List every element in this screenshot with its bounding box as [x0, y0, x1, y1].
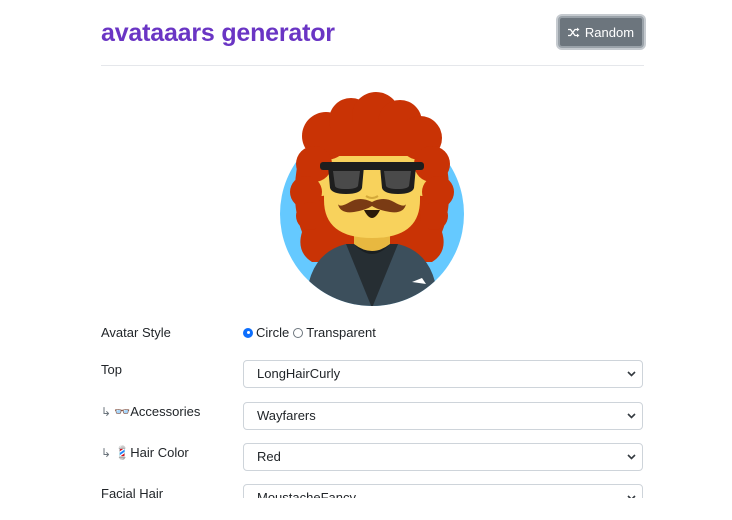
top-select[interactable]: LongHairCurly	[243, 360, 643, 388]
accessories-label: ↳ 👓Accessories	[101, 404, 200, 420]
sub-item-arrow-icon: ↳	[101, 446, 112, 460]
transparent-radio[interactable]	[293, 327, 304, 338]
page-header: avataaars generator Random	[101, 14, 644, 66]
random-button-label: Random	[584, 24, 635, 40]
chevron-down-icon	[627, 403, 636, 429]
barber-pole-icon: 💈	[114, 445, 131, 460]
hair-color-select-value: Red	[257, 449, 281, 464]
accessories-label-text: Accessories	[130, 404, 201, 419]
page-title: avataaars generator	[101, 19, 335, 47]
avatar-style-radio-group: Circle Transparent	[243, 325, 380, 340]
hair-color-label-text: Hair Color	[130, 445, 189, 460]
sub-item-arrow-icon: ↳	[101, 405, 112, 419]
random-button[interactable]: Random	[558, 16, 644, 48]
chevron-down-icon	[627, 361, 636, 387]
top-label: Top	[101, 362, 122, 377]
avatar-preview	[276, 92, 468, 308]
hair-color-label: ↳ 💈Hair Color	[101, 445, 189, 461]
hair-color-select[interactable]: Red	[243, 443, 643, 471]
transparent-radio-label[interactable]: Transparent	[306, 325, 376, 340]
circle-radio[interactable]	[243, 327, 253, 338]
accessories-select[interactable]: Wayfarers	[243, 402, 643, 430]
chevron-down-icon	[627, 444, 636, 470]
accessories-select-value: Wayfarers	[257, 408, 316, 423]
avatar-style-label: Avatar Style	[101, 325, 171, 340]
shuffle-icon	[567, 27, 580, 38]
viewport-cutoff	[0, 498, 732, 520]
glasses-icon: 👓	[114, 404, 131, 419]
circle-radio-label[interactable]: Circle	[256, 325, 289, 340]
top-select-value: LongHairCurly	[257, 366, 341, 381]
